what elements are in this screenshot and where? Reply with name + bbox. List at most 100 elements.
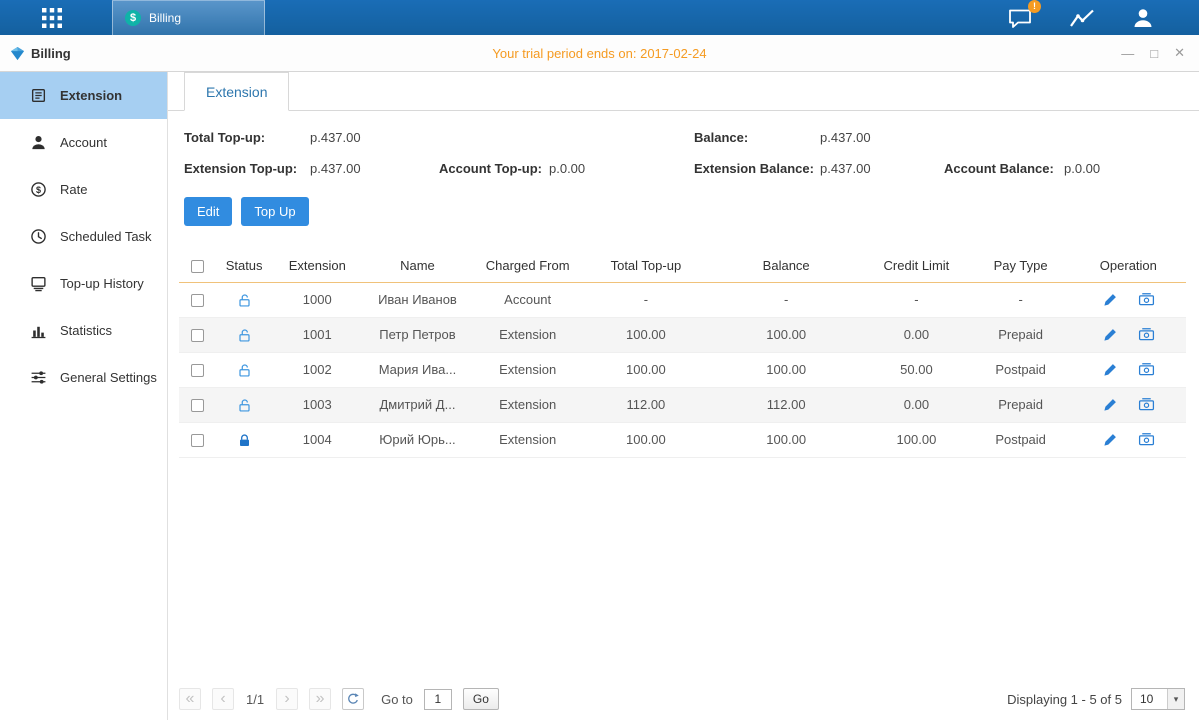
cell-total-top-up: 112.00 <box>582 387 710 422</box>
top-up-icon[interactable] <box>1138 326 1155 343</box>
cell-name: Мария Ива... <box>361 352 473 387</box>
topbar: $ Billing ! <box>0 0 1199 35</box>
edit-icon[interactable] <box>1102 432 1118 448</box>
cell-charged-from: Extension <box>474 422 582 457</box>
sidebar-item-top-up-history[interactable]: Top-up History <box>0 260 167 307</box>
extensions-table: Status Extension Name Charged From Total… <box>179 249 1186 458</box>
top-up-icon[interactable] <box>1138 396 1155 413</box>
sidebar-item-label: General Settings <box>60 370 157 385</box>
prev-page-button[interactable]: ‹ <box>212 688 234 710</box>
last-page-button[interactable]: » <box>309 688 331 710</box>
summary-label: Extension Balance: <box>694 161 820 176</box>
first-page-button[interactable]: « <box>179 688 201 710</box>
cell-name: Дмитрий Д... <box>361 387 473 422</box>
row-checkbox[interactable] <box>191 434 204 447</box>
displaying-info: Displaying 1 - 5 of 5 <box>1007 692 1122 707</box>
summary-label: Balance: <box>694 130 820 145</box>
sidebar-item-label: Account <box>60 135 107 150</box>
table-row[interactable]: 1002 Мария Ива... Extension 100.00 100.0… <box>179 352 1186 387</box>
cell-charged-from: Extension <box>474 387 582 422</box>
summary-value: p.0.00 <box>1064 161 1100 176</box>
sidebar-item-account[interactable]: Account <box>0 119 167 166</box>
cell-pay-type: - <box>971 282 1071 317</box>
top-up-icon[interactable] <box>1138 431 1155 448</box>
sidebar-item-extension[interactable]: Extension <box>0 72 167 119</box>
tab-extension[interactable]: Extension <box>184 72 289 111</box>
cell-credit-limit: 0.00 <box>862 317 970 352</box>
extension-icon <box>30 87 47 104</box>
messages-icon[interactable]: ! <box>1007 6 1033 30</box>
edit-icon[interactable] <box>1102 362 1118 378</box>
select-all-checkbox[interactable] <box>191 260 204 273</box>
app-tab-billing[interactable]: $ Billing <box>112 0 265 35</box>
summary-value: p.437.00 <box>820 130 871 145</box>
cell-extension: 1004 <box>273 422 361 457</box>
edit-icon[interactable] <box>1102 292 1118 308</box>
minimize-button[interactable]: — <box>1121 46 1134 61</box>
cell-extension: 1003 <box>273 387 361 422</box>
row-checkbox[interactable] <box>191 364 204 377</box>
cell-pay-type: Prepaid <box>971 387 1071 422</box>
user-icon[interactable] <box>1131 6 1155 30</box>
cell-charged-from: Extension <box>474 352 582 387</box>
dropdown-arrow-icon: ▾ <box>1167 689 1184 709</box>
row-checkbox[interactable] <box>191 294 204 307</box>
cell-credit-limit: 0.00 <box>862 387 970 422</box>
col-pay-type: Pay Type <box>971 249 1071 282</box>
dollar-coin-icon: $ <box>125 10 141 26</box>
cell-credit-limit: 100.00 <box>862 422 970 457</box>
top-up-button[interactable]: Top Up <box>241 197 308 226</box>
topbar-right-icons: ! <box>1007 0 1199 35</box>
cell-credit-limit: - <box>862 282 970 317</box>
table-row[interactable]: 1001 Петр Петров Extension 100.00 100.00… <box>179 317 1186 352</box>
cell-balance: 100.00 <box>710 317 862 352</box>
cell-total-top-up: 100.00 <box>582 317 710 352</box>
top-up-icon[interactable] <box>1138 291 1155 308</box>
summary-value: p.0.00 <box>549 161 585 176</box>
next-page-button[interactable]: › <box>276 688 298 710</box>
sidebar-item-rate[interactable]: Rate <box>0 166 167 213</box>
table-row[interactable]: 1004 Юрий Юрь... Extension 100.00 100.00… <box>179 422 1186 457</box>
pagination-bar: « ‹ 1/1 › » Go to Go Displaying 1 - 5 of… <box>179 688 1185 710</box>
edit-icon[interactable] <box>1102 327 1118 343</box>
edit-icon[interactable] <box>1102 397 1118 413</box>
cell-name: Иван Иванов <box>361 282 473 317</box>
table-header-row: Status Extension Name Charged From Total… <box>179 249 1186 282</box>
summary-panel: Total Top-up: p.437.00 Balance: p.437.00… <box>184 130 1199 176</box>
sidebar-item-statistics[interactable]: Statistics <box>0 307 167 354</box>
line-chart-icon[interactable] <box>1069 7 1095 29</box>
table-row[interactable]: 1000 Иван Иванов Account - - - - <box>179 282 1186 317</box>
top-up-icon[interactable] <box>1138 361 1155 378</box>
cell-total-top-up: 100.00 <box>582 352 710 387</box>
scheduled-task-icon <box>30 228 47 245</box>
page-size-value: 10 <box>1132 689 1167 709</box>
apps-grid-icon[interactable] <box>0 0 62 35</box>
page-indicator: 1/1 <box>246 692 264 707</box>
sidebar-item-general-settings[interactable]: General Settings <box>0 354 167 401</box>
edit-button[interactable]: Edit <box>184 197 232 226</box>
close-button[interactable]: ✕ <box>1174 45 1185 61</box>
summary-value: p.437.00 <box>310 161 361 176</box>
col-extension: Extension <box>273 249 361 282</box>
sidebar-item-scheduled-task[interactable]: Scheduled Task <box>0 213 167 260</box>
page-size-select[interactable]: 10 ▾ <box>1131 688 1185 710</box>
cell-name: Петр Петров <box>361 317 473 352</box>
cell-credit-limit: 50.00 <box>862 352 970 387</box>
status-unlocked-icon <box>237 363 252 378</box>
cell-pay-type: Postpaid <box>971 352 1071 387</box>
maximize-button[interactable]: □ <box>1150 46 1158 61</box>
goto-page-input[interactable] <box>424 689 452 710</box>
table-row[interactable]: 1003 Дмитрий Д... Extension 112.00 112.0… <box>179 387 1186 422</box>
row-checkbox[interactable] <box>191 329 204 342</box>
window-controls: — □ ✕ <box>1121 45 1199 61</box>
summary-value: p.437.00 <box>310 130 361 145</box>
trial-notice: Your trial period ends on: 2017-02-24 <box>492 46 706 61</box>
notification-badge: ! <box>1028 0 1041 13</box>
refresh-button[interactable] <box>342 688 364 710</box>
go-button[interactable]: Go <box>463 688 499 710</box>
cell-extension: 1001 <box>273 317 361 352</box>
cell-extension: 1000 <box>273 282 361 317</box>
billing-app-window: $ Billing ! Billing Your trial period en… <box>0 0 1199 720</box>
cell-pay-type: Prepaid <box>971 317 1071 352</box>
row-checkbox[interactable] <box>191 399 204 412</box>
